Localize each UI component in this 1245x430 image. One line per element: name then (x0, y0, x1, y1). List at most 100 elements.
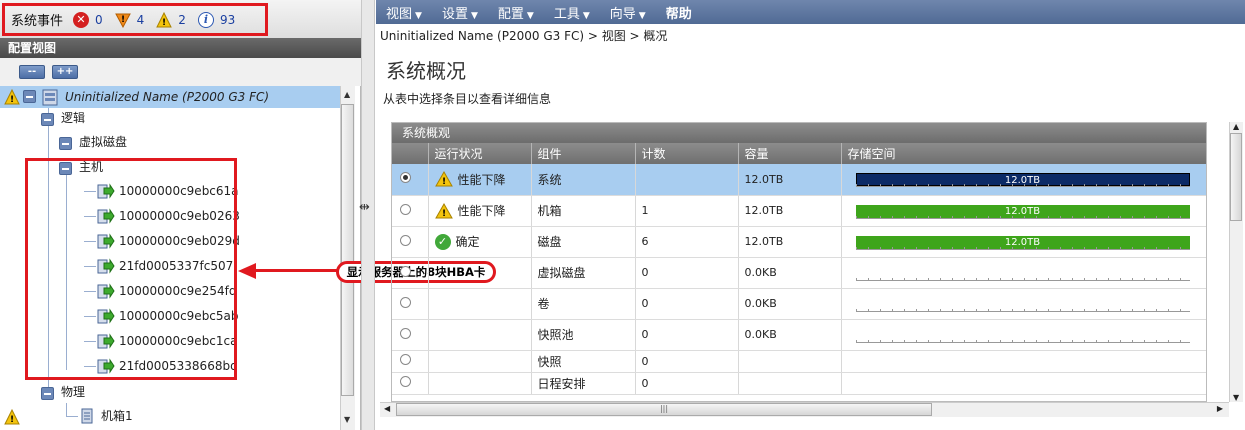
scroll-down-icon[interactable]: ▼ (1233, 393, 1239, 402)
menu-item-label: 视图 (386, 6, 413, 22)
tree-guide (66, 403, 67, 417)
table-body: ! 性能下降 系统 12.0TB 12.0TB! 性能下降 机箱 1 12.0TB 12.0TB ✓… (392, 164, 1206, 395)
row-select-cell[interactable] (392, 257, 429, 289)
chevron-down-icon: ▼ (415, 10, 422, 21)
scroll-down-icon[interactable]: ▼ (344, 415, 350, 424)
pane-splitter[interactable]: ⇹ (359, 0, 375, 430)
health-label: 确定 (455, 235, 480, 249)
storage-array-icon (42, 89, 58, 106)
breadcrumb: Uninitialized Name (P2000 G3 FC) > 视图 > … (380, 29, 668, 43)
table-row[interactable]: 日程安排 0 (392, 372, 1206, 395)
storage-cell (841, 257, 1206, 289)
row-radio[interactable] (400, 265, 411, 277)
component-cell: 快照 (531, 350, 636, 373)
capacity-cell (738, 372, 842, 395)
collapse-toggle-icon[interactable] (41, 387, 54, 400)
info-icon[interactable]: i (197, 11, 214, 28)
row-select-cell[interactable] (392, 226, 429, 258)
row-radio[interactable] (400, 376, 411, 387)
column-header-capacity[interactable]: 容量 (738, 143, 842, 164)
scroll-right-icon[interactable]: ▶ (1217, 404, 1223, 413)
storage-bar (848, 325, 1190, 345)
error-icon[interactable]: ✕ (73, 11, 90, 28)
storage-bar-scale (855, 215, 1190, 219)
row-select-cell[interactable] (392, 164, 429, 196)
menu-item[interactable]: 工具 ▼ (554, 3, 590, 22)
warning-icon[interactable]: ! (156, 11, 173, 28)
resize-handle-icon[interactable]: ⇹ (359, 200, 370, 215)
tree-item-logical[interactable]: 逻辑 (61, 107, 85, 129)
table-row[interactable]: 快照池 0 0.0KB (392, 319, 1206, 351)
table-row[interactable]: ! 性能下降 系统 12.0TB 12.0TB (392, 164, 1206, 196)
expand-toggle-icon[interactable] (59, 137, 72, 150)
tree-item-vdisk[interactable]: 虚拟磁盘 (79, 131, 127, 153)
row-select-cell[interactable] (392, 195, 429, 227)
menu-item[interactable]: 向导 ▼ (610, 3, 646, 22)
menu-item[interactable]: 视图 ▼ (386, 3, 422, 22)
menu-item-label: 配置 (497, 6, 524, 22)
menu-item[interactable]: 配置 ▼ (498, 3, 534, 22)
panel-vertical-thumb[interactable] (1230, 133, 1242, 221)
column-header-storage[interactable]: 存储空间 (841, 143, 1206, 164)
collapse-all-button[interactable]: -- (19, 65, 45, 79)
table-row[interactable]: ✓ 确定 磁盘 6 12.0TB 12.0TB (392, 226, 1206, 258)
scroll-up-icon[interactable]: ▲ (1233, 122, 1239, 131)
row-select-cell[interactable] (392, 372, 429, 395)
ok-check-icon: ✓ (434, 233, 451, 250)
system-events-bar: 系统事件 ✕ 0 ! 4 ! 2 i 93 (0, 0, 361, 38)
count-cell: 6 (635, 226, 739, 258)
table-row[interactable]: 卷 0 0.0KB (392, 288, 1206, 320)
row-select-cell[interactable] (392, 319, 429, 351)
menu-item[interactable]: 设置 ▼ (442, 3, 478, 22)
tree-item-physical[interactable]: 物理 (61, 381, 85, 403)
storage-bar-scale (855, 339, 1190, 343)
table-row[interactable]: 快照 0 (392, 350, 1206, 373)
scroll-up-icon[interactable]: ▲ (344, 90, 350, 99)
row-radio[interactable] (400, 354, 411, 365)
menu-item-label: 工具 (553, 6, 580, 22)
storage-bar: 12.0TB (848, 232, 1190, 252)
system-events-summary[interactable]: 系统事件 ✕ 0 ! 4 ! 2 i 93 (2, 3, 268, 36)
column-header-component[interactable]: 组件 (531, 143, 636, 164)
menu-item[interactable]: 帮助 (666, 3, 692, 22)
column-header-health[interactable]: 运行状况 (428, 143, 532, 164)
capacity-cell: 12.0TB (738, 164, 842, 196)
tree-root-label[interactable]: Uninitialized Name (P2000 G3 FC) (65, 86, 269, 108)
storage-bar: 12.0TB (848, 201, 1190, 221)
svg-text:!: ! (10, 415, 14, 425)
collapse-toggle-icon[interactable] (23, 90, 36, 103)
storage-cell (841, 319, 1206, 351)
row-radio[interactable] (400, 234, 411, 246)
panel-title: 系统概观 (392, 123, 1206, 143)
row-radio[interactable] (400, 296, 411, 308)
capacity-cell: 0.0KB (738, 319, 842, 351)
scroll-left-icon[interactable]: ◀ (384, 404, 390, 413)
storage-bar: 12.0TB (848, 169, 1190, 189)
collapse-toggle-icon[interactable] (41, 113, 54, 126)
row-select-cell[interactable] (392, 350, 429, 373)
critical-count: 4 (136, 12, 145, 27)
panel-horizontal-thumb[interactable]: ||| (396, 403, 932, 416)
tree-scroll-thumb[interactable] (341, 104, 354, 396)
row-radio[interactable] (400, 327, 411, 339)
row-select-cell[interactable] (392, 288, 429, 320)
table-row[interactable]: 虚拟磁盘 0 0.0KB (392, 257, 1206, 289)
health-cell (428, 372, 532, 395)
storage-cell: 12.0TB (841, 195, 1206, 227)
hosts-highlight-box (25, 158, 237, 380)
row-radio[interactable] (400, 172, 411, 184)
count-cell: 0 (635, 257, 739, 289)
table-row[interactable]: ! 性能下降 机箱 1 12.0TB 12.0TB (392, 195, 1206, 227)
tree-item-enclosure[interactable]: 机箱1 (101, 405, 133, 427)
critical-icon[interactable]: ! (114, 12, 131, 28)
row-radio[interactable] (400, 203, 411, 215)
system-events-label: 系统事件 (11, 14, 64, 29)
warning-icon: ! (434, 202, 453, 219)
storage-cell: 12.0TB (841, 164, 1206, 196)
storage-bar (848, 263, 1190, 283)
warning-icon: ! (4, 89, 20, 105)
expand-all-button[interactable]: ++ (52, 65, 78, 79)
column-header-count[interactable]: 计数 (635, 143, 739, 164)
chevron-down-icon: ▼ (638, 10, 646, 21)
system-overview-panel: 系统概观 运行状况 组件 计数 容量 存储空间 ! 性能下降 系统 12.0TB 12.… (391, 122, 1207, 402)
